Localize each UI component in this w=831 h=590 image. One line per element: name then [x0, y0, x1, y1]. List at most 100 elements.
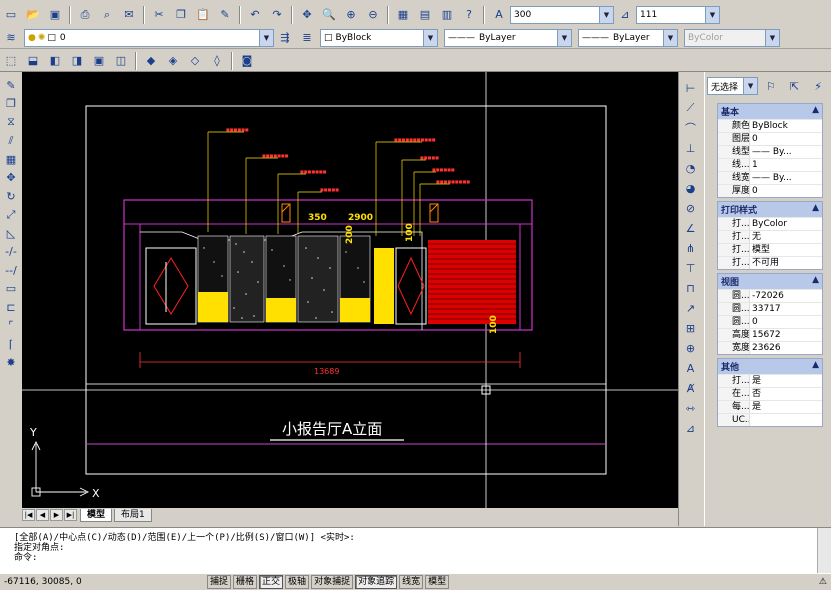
dim-style-panel-icon[interactable]: ⊿ — [682, 419, 700, 437]
tab-layout1[interactable]: 布局1 — [114, 508, 152, 522]
match-properties-icon[interactable]: ✎ — [215, 5, 235, 25]
se-iso-icon[interactable]: ◈ — [163, 51, 183, 71]
linetype-combo[interactable]: ——— ByLayer ▼ — [444, 28, 572, 47]
property-value[interactable]: -72026 — [750, 290, 822, 302]
quick-dim-icon[interactable]: ⋔ — [682, 239, 700, 257]
comm-center-icon[interactable]: ⚠ — [819, 577, 827, 587]
status-toggle[interactable]: 线宽 — [399, 575, 424, 589]
layer-combo[interactable]: ● ✺ □ 0 ▼ — [24, 28, 274, 47]
dim-style-combo[interactable]: 111 ▼ — [636, 5, 720, 24]
property-value[interactable] — [750, 414, 822, 426]
property-value[interactable]: 是 — [750, 401, 822, 413]
pan-icon[interactable]: ✥ — [297, 5, 317, 25]
property-row[interactable]: 线型 —— By... — [718, 145, 822, 158]
radius-icon[interactable]: ◔ — [682, 159, 700, 177]
property-row[interactable]: 在... 否 — [718, 387, 822, 400]
command-scrollbar[interactable] — [817, 528, 831, 574]
baseline-icon[interactable]: ⊤ — [682, 259, 700, 277]
status-toggle[interactable]: 正交 — [259, 575, 284, 589]
nw-iso-icon[interactable]: ◊ — [207, 51, 227, 71]
print-icon[interactable]: ⎙ — [75, 5, 95, 25]
dim-text-edit-icon[interactable]: Ⱥ — [682, 379, 700, 397]
property-value[interactable]: ByBlock — [750, 120, 822, 132]
drawing-canvas[interactable]: ■■■■■■ ■■■■■■■ ■■■■■■■ ■■■■■ ■■■■■■■■■■■… — [22, 72, 678, 508]
print-preview-icon[interactable]: ⌕ — [97, 5, 117, 25]
property-row[interactable]: 打... 模型 — [718, 243, 822, 256]
status-toggle[interactable]: 捕捉 — [207, 575, 232, 589]
property-value[interactable]: 是 — [750, 375, 822, 387]
property-row[interactable]: 颜色 ByBlock — [718, 119, 822, 132]
save-icon[interactable]: ▣ — [45, 5, 65, 25]
trim-icon[interactable]: -/- — [2, 244, 20, 261]
tolerance-icon[interactable]: ⊞ — [682, 319, 700, 337]
mirror-icon[interactable]: ⧖ — [2, 114, 20, 131]
extend-icon[interactable]: --/ — [2, 262, 20, 279]
collapse-icon[interactable]: ▲ — [812, 360, 819, 373]
center-mark-icon[interactable]: ⊕ — [682, 339, 700, 357]
dim-edit-icon[interactable]: A — [682, 359, 700, 377]
color-combo[interactable]: □ ByBlock ▼ — [320, 28, 438, 47]
right-view-icon[interactable]: ◨ — [67, 51, 87, 71]
dim-update-icon[interactable]: ⇿ — [682, 399, 700, 417]
status-toggle[interactable]: 栅格 — [233, 575, 258, 589]
command-prompt[interactable]: 命令: — [14, 553, 817, 563]
aligned-dim-icon[interactable]: ⟋ — [682, 99, 700, 117]
property-value[interactable]: —— By... — [750, 146, 822, 158]
front-view-icon[interactable]: ▣ — [89, 51, 109, 71]
property-value[interactable]: 否 — [750, 388, 822, 400]
back-view-icon[interactable]: ◫ — [111, 51, 131, 71]
design-center-icon[interactable]: ▤ — [415, 5, 435, 25]
chevron-down-icon[interactable]: ▼ — [259, 29, 273, 46]
move-icon[interactable]: ✥ — [2, 170, 20, 187]
break-icon[interactable]: ▭ — [2, 281, 20, 298]
tab-model[interactable]: 模型 — [80, 508, 113, 522]
property-row[interactable]: 圆... 0 — [718, 315, 822, 328]
collapse-icon[interactable]: ▲ — [812, 203, 819, 216]
next-tab-icon[interactable]: ▶ — [50, 509, 63, 521]
leader-icon[interactable]: ↗ — [682, 299, 700, 317]
linear-dim-icon[interactable]: ⊢ — [682, 79, 700, 97]
help-icon[interactable]: ? — [459, 5, 479, 25]
property-row[interactable]: 圆... -72026 — [718, 289, 822, 302]
join-icon[interactable]: ⊏ — [2, 299, 20, 316]
status-toggle[interactable]: 对象追踪 — [355, 575, 398, 589]
ordinate-icon[interactable]: ⊥ — [682, 139, 700, 157]
layer-previous-icon[interactable]: ≣ — [297, 28, 317, 48]
property-value[interactable]: 无 — [750, 231, 822, 243]
stretch-icon[interactable]: ◺ — [2, 225, 20, 242]
array-icon[interactable]: ▦ — [2, 151, 20, 168]
chevron-down-icon[interactable]: ▼ — [663, 29, 677, 46]
make-current-layer-icon[interactable]: ⇶ — [275, 28, 295, 48]
status-toggle[interactable]: 极轴 — [285, 575, 310, 589]
property-value[interactable]: 15672 — [750, 329, 822, 341]
selection-combo[interactable]: 无选择 ▼ — [707, 77, 759, 95]
dim-style-icon[interactable]: ⊿ — [615, 5, 635, 25]
pickadd-icon[interactable]: ⚐ — [761, 76, 781, 96]
redo-icon[interactable]: ↷ — [267, 5, 287, 25]
continue-icon[interactable]: ⊓ — [682, 279, 700, 297]
new-file-icon[interactable]: ▭ — [1, 5, 21, 25]
property-value[interactable]: 0 — [750, 316, 822, 328]
property-value[interactable]: 0 — [750, 133, 822, 145]
tool-palette-icon[interactable]: ▥ — [437, 5, 457, 25]
zoom-previous-icon[interactable]: ⊖ — [363, 5, 383, 25]
property-value[interactable]: 23626 — [750, 342, 822, 354]
jogged-icon[interactable]: ◕ — [682, 179, 700, 197]
sw-iso-icon[interactable]: ◆ — [141, 51, 161, 71]
last-tab-icon[interactable]: ▶| — [64, 509, 77, 521]
property-row[interactable]: 打... 无 — [718, 230, 822, 243]
command-window[interactable]: [全部(A)/中心点(C)/动态(D)/范围(E)/上一个(P)/比例(S)/窗… — [0, 527, 831, 574]
collapse-icon[interactable]: ▲ — [812, 275, 819, 288]
property-value[interactable]: 0 — [750, 185, 822, 197]
lineweight-combo[interactable]: ——— ByLayer ▼ — [578, 28, 678, 47]
camera-icon[interactable]: ◙ — [237, 51, 257, 71]
zoom-window-icon[interactable]: ⊕ — [341, 5, 361, 25]
property-row[interactable]: 图层 0 — [718, 132, 822, 145]
property-row[interactable]: 线宽 —— By... — [718, 171, 822, 184]
property-row[interactable]: 打... ByColor — [718, 217, 822, 230]
chamfer-icon[interactable]: ⌜ — [2, 318, 20, 335]
text-style-combo[interactable]: 300 ▼ — [510, 5, 614, 24]
chevron-down-icon[interactable]: ▼ — [557, 29, 571, 46]
copy-icon[interactable]: ❐ — [171, 5, 191, 25]
cut-icon[interactable]: ✂ — [149, 5, 169, 25]
